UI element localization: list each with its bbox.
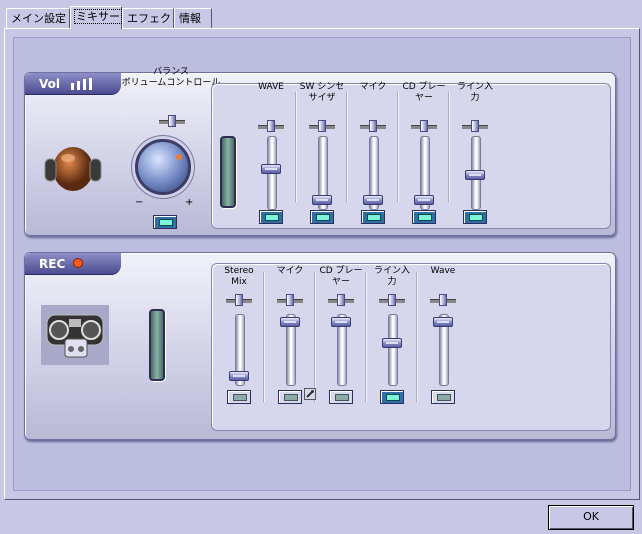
channel-strip: ライン入 力 [367, 264, 417, 430]
advanced-settings-icon[interactable] [304, 388, 316, 400]
playback-tag: Vol [25, 73, 121, 95]
record-tag: REC [25, 253, 121, 275]
channel-strip: ライン入 力 [450, 82, 500, 228]
volume-slider-thumb[interactable] [312, 194, 332, 205]
mixer-page: Vol バランス ボリュームコントロール − + WAVE SW シンセ サイザ… [4, 28, 640, 500]
balance-slider[interactable] [277, 294, 303, 306]
select-button[interactable] [227, 390, 251, 404]
mute-button[interactable] [259, 210, 283, 224]
channel-strip: Wave [418, 264, 468, 430]
record-level-meter [149, 309, 165, 381]
balance-slider[interactable] [411, 120, 437, 132]
volume-slider-thumb[interactable] [280, 317, 300, 327]
knob-min-label: − [135, 197, 144, 208]
mixer-area: Vol バランス ボリュームコントロール − + WAVE SW シンセ サイザ… [13, 37, 631, 491]
channel-strip: WAVE [246, 82, 296, 228]
balance-knob[interactable] [369, 120, 377, 132]
playback-level-meter [220, 136, 236, 208]
balance-knob[interactable] [388, 294, 396, 306]
channel-strip: CD プレー ヤー [399, 82, 449, 228]
tab-label: 情報 [179, 12, 201, 25]
balance-knob[interactable] [439, 294, 447, 306]
balance-slider[interactable] [258, 120, 284, 132]
volume-slider-thumb[interactable] [433, 317, 453, 327]
balance-knob[interactable] [337, 294, 345, 306]
select-button[interactable] [380, 390, 404, 404]
balance-knob[interactable] [471, 120, 479, 132]
balance-knob[interactable] [235, 294, 243, 306]
balance-slider[interactable] [226, 294, 252, 306]
playback-panel: Vol バランス ボリュームコントロール − + WAVE SW シンセ サイザ… [24, 67, 616, 236]
balance-slider[interactable] [462, 120, 488, 132]
balance-slider[interactable] [309, 120, 335, 132]
volume-bars-icon [70, 75, 93, 97]
tab-info[interactable]: 情報 [174, 8, 212, 28]
volume-slider-thumb[interactable] [465, 170, 485, 181]
master-volume-knob[interactable] [135, 139, 191, 195]
select-button[interactable] [278, 390, 302, 404]
balance-slider[interactable] [379, 294, 405, 306]
balance-slider[interactable] [430, 294, 456, 306]
channel-strip: Stereo Mix [214, 264, 264, 430]
select-button[interactable] [431, 390, 455, 404]
channel-strip: SW シンセ サイザ [297, 82, 347, 228]
tab-mixer[interactable]: ミキサー [70, 6, 122, 29]
record-tag-label: REC [39, 257, 66, 271]
select-button[interactable] [329, 390, 353, 404]
master-balance-slider[interactable] [159, 115, 185, 127]
balance-knob[interactable] [267, 120, 275, 132]
channel-strip: CD プレー ヤー [316, 264, 366, 430]
playback-tag-label: Vol [39, 77, 60, 91]
balance-knob[interactable] [420, 120, 428, 132]
master-mute-button[interactable] [153, 215, 177, 229]
knob-max-label: + [185, 197, 194, 208]
record-panel: REC Stereo Mix マイク CD プレー ヤー ライン入 力 Wave [24, 252, 616, 440]
tab-effects[interactable]: エフェクト [122, 8, 182, 28]
mute-button[interactable] [412, 210, 436, 224]
master-balance-knob[interactable] [168, 115, 176, 127]
mute-button[interactable] [310, 210, 334, 224]
channel-strip: マイク [348, 82, 398, 228]
tab-label: メイン設定 [11, 12, 66, 25]
mute-button[interactable] [463, 210, 487, 224]
ok-button[interactable]: OK [548, 505, 634, 530]
volume-slider-thumb[interactable] [414, 194, 434, 205]
volume-slider-thumb[interactable] [261, 163, 281, 174]
playback-channel-section: WAVE SW シンセ サイザ マイク CD プレー ヤー ライン入 力 [211, 82, 611, 229]
volume-slider-thumb[interactable] [229, 371, 249, 381]
record-dot-icon [73, 258, 84, 268]
channel-label: ライン入 力 [456, 82, 493, 103]
record-channel-section: Stereo Mix マイク CD プレー ヤー ライン入 力 Wave [211, 263, 611, 431]
ok-button-label: OK [583, 510, 599, 523]
balance-knob[interactable] [318, 120, 326, 132]
boombox-icon [41, 305, 109, 365]
channel-strip: マイク [265, 264, 315, 430]
tab-main-settings[interactable]: メイン設定 [6, 8, 70, 28]
mute-button[interactable] [361, 210, 385, 224]
balance-slider[interactable] [328, 294, 354, 306]
channel-label: Wave [430, 266, 456, 276]
balance-knob[interactable] [286, 294, 294, 306]
volume-slider-thumb[interactable] [363, 194, 383, 205]
headphones-icon [43, 141, 103, 195]
master-label: バランス ボリュームコントロール [121, 67, 221, 88]
volume-slider-thumb[interactable] [382, 338, 402, 348]
volume-slider-thumb[interactable] [331, 317, 351, 327]
tab-label: ミキサー [74, 9, 122, 24]
balance-slider[interactable] [360, 120, 386, 132]
volume-slider-track[interactable] [388, 314, 398, 386]
